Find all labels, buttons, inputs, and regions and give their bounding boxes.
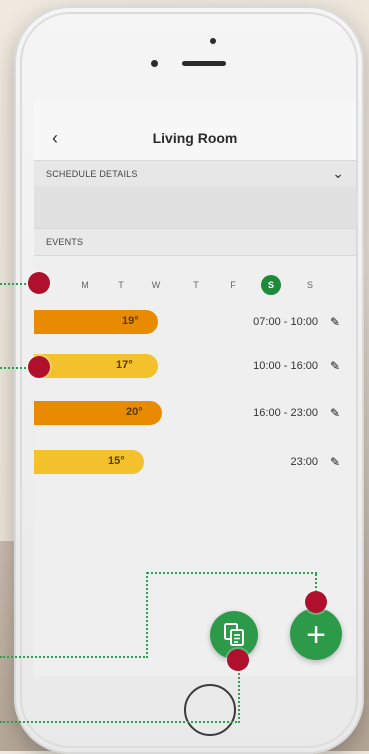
event-row[interactable]: 17° 10:00 - 16:00 ✎ — [34, 354, 356, 380]
leader-add-bottom — [0, 656, 148, 658]
days-of-week: MTWTFSS — [34, 274, 356, 300]
leader-copy-vertical — [238, 665, 240, 723]
app-screen: ‹ Living Room SCHEDULE DETAILS ⌄ EVENTS … — [34, 100, 356, 676]
day-7[interactable]: S — [301, 280, 319, 290]
pencil-icon[interactable]: ✎ — [330, 359, 340, 373]
page-title: Living Room — [152, 130, 238, 146]
header: ‹ Living Room — [34, 100, 356, 160]
callout-dot-add — [305, 591, 327, 613]
temperature-label: 17° — [116, 359, 133, 371]
time-range: 07:00 - 10:00 — [253, 316, 318, 328]
copy-icon — [224, 623, 244, 646]
add-event-button[interactable]: + — [290, 608, 342, 660]
pencil-icon[interactable]: ✎ — [330, 406, 340, 420]
leader-days — [0, 283, 30, 285]
leader-add-left-vertical — [146, 572, 148, 658]
callout-dot-copy — [227, 649, 249, 671]
schedule-details-label: SCHEDULE DETAILS — [46, 169, 138, 179]
home-button[interactable] — [184, 684, 236, 736]
temperature-label: 20° — [126, 406, 143, 418]
chevron-down-icon[interactable]: ⌄ — [332, 165, 344, 182]
temperature-bar[interactable]: 19° — [34, 310, 158, 334]
callout-dot-days — [28, 272, 50, 294]
temperature-bar[interactable]: 20° — [34, 401, 162, 425]
sensor-dot — [151, 60, 158, 67]
events-label: EVENTS — [46, 237, 84, 247]
event-row[interactable]: 15° 23:00 ✎ — [34, 450, 356, 476]
event-row[interactable]: 20° 16:00 - 23:00 ✎ — [34, 401, 356, 427]
pencil-icon[interactable]: ✎ — [330, 315, 340, 329]
day-2[interactable]: T — [112, 280, 130, 290]
plus-icon: + — [306, 616, 326, 654]
event-row[interactable]: 19° 07:00 - 10:00 ✎ — [34, 310, 356, 336]
schedule-details-section[interactable]: SCHEDULE DETAILS ⌄ — [34, 160, 356, 188]
leader-event — [0, 367, 30, 369]
callout-dot-event — [28, 356, 50, 378]
temperature-label: 19° — [122, 315, 139, 327]
details-spacer — [34, 186, 356, 228]
day-5[interactable]: F — [224, 280, 242, 290]
day-1[interactable]: M — [76, 280, 94, 290]
day-3[interactable]: W — [147, 280, 165, 290]
leader-copy-bottom — [0, 721, 240, 723]
day-6[interactable]: S — [261, 275, 281, 295]
pencil-icon[interactable]: ✎ — [330, 455, 340, 469]
temperature-bar[interactable]: 15° — [34, 450, 144, 474]
day-4[interactable]: T — [187, 280, 205, 290]
time-range: 16:00 - 23:00 — [253, 407, 318, 419]
front-camera — [210, 38, 216, 44]
temperature-label: 15° — [108, 455, 125, 467]
events-section: EVENTS — [34, 228, 356, 256]
temperature-bar[interactable]: 17° — [34, 354, 158, 378]
speaker-grille — [182, 61, 226, 66]
time-range: 10:00 - 16:00 — [253, 360, 318, 372]
time-range: 23:00 — [290, 456, 318, 468]
leader-add-horizontal — [147, 572, 317, 574]
